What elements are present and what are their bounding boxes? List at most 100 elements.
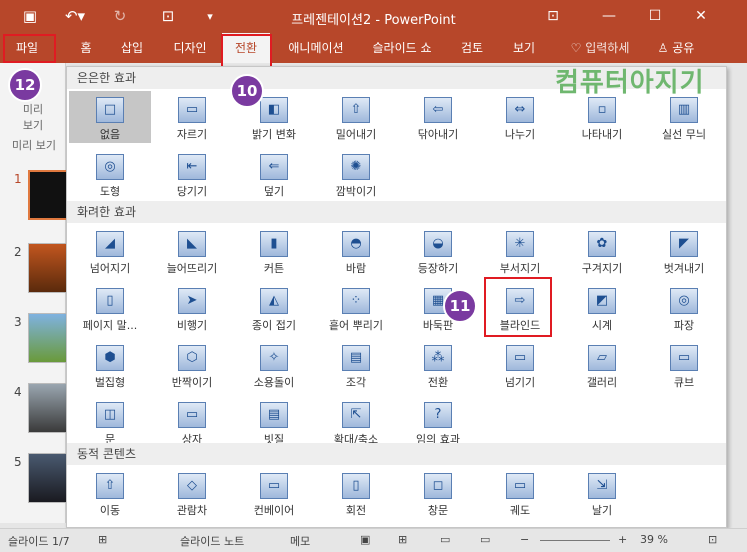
transition-label: 컨베이어: [253, 504, 295, 517]
transition-dynamic-6[interactable]: ⇲ 날기: [561, 467, 643, 519]
preview-button-bottom[interactable]: 보기: [8, 117, 58, 133]
transition-label: 당기기: [176, 185, 208, 198]
transition-exciting-6[interactable]: ✿ 구겨지기: [561, 225, 643, 277]
transition-exciting-7[interactable]: ◤ 벗겨내기: [643, 225, 725, 277]
transition-label: 깜박이기: [335, 185, 377, 198]
transition-exciting-2[interactable]: ▮ 커튼: [233, 225, 315, 277]
transition-subtle-5[interactable]: ⇔ 나누기: [479, 91, 561, 143]
spellcheck-icon[interactable]: ⊞: [98, 533, 107, 546]
transition-preview-icon: ▫: [588, 97, 616, 123]
transition-exciting-5[interactable]: ✳ 부서지기: [479, 225, 561, 277]
transition-exciting-22[interactable]: ▱ 갤러리: [561, 339, 643, 391]
maximize-icon[interactable]: ☐: [640, 4, 670, 28]
slideshow-view-icon[interactable]: ▭: [480, 533, 490, 546]
transition-exciting-11[interactable]: ⁘ 흩어 뿌리기: [315, 282, 397, 334]
close-icon[interactable]: ✕: [686, 4, 716, 28]
comments-button[interactable]: 메모: [290, 533, 310, 549]
transition-preview-icon: ✳: [506, 231, 534, 257]
transition-label: 자르기: [176, 128, 208, 141]
window-title: 프레젠테이션2 - PowerPoint: [291, 13, 456, 28]
notes-button[interactable]: 슬라이드 노트: [180, 533, 244, 549]
transition-subtle-10[interactable]: ⇐ 덮기: [233, 148, 315, 200]
tell-me-search[interactable]: ♡ 입력하세: [558, 33, 642, 63]
tab-insert[interactable]: 삽입: [112, 33, 152, 63]
transition-label: 밝기 변화: [252, 128, 296, 141]
transition-exciting-17[interactable]: ⬡ 반짝이기: [151, 339, 233, 391]
tab-view[interactable]: 보기: [504, 33, 544, 63]
transition-exciting-19[interactable]: ▤ 조각: [315, 339, 397, 391]
transition-preview-icon: ?: [424, 402, 452, 428]
transition-preview-icon: ▱: [588, 345, 616, 371]
transition-preview-icon: ✺: [342, 154, 370, 180]
transition-exciting-18[interactable]: ✧ 소용돌이: [233, 339, 315, 391]
transition-exciting-28[interactable]: ? 임의 효과: [397, 396, 479, 448]
transition-preview-icon: ▭: [178, 402, 206, 428]
slide-thumbnail[interactable]: [28, 313, 68, 363]
transition-preview-icon: ▮: [260, 231, 288, 257]
zoom-in-icon[interactable]: +: [618, 533, 627, 546]
transition-preview-icon: ⇧: [342, 97, 370, 123]
transition-exciting-20[interactable]: ⁂ 전환: [397, 339, 479, 391]
tab-home[interactable]: 홈: [70, 33, 102, 63]
transition-label: 벌집형: [94, 376, 126, 389]
normal-view-icon[interactable]: ▣: [360, 533, 370, 546]
transition-subtle-9[interactable]: ⇤ 당기기: [151, 148, 233, 200]
transition-preview-icon: ✧: [260, 345, 288, 371]
transition-exciting-15[interactable]: ◎ 파장: [643, 282, 725, 334]
transition-label: 페이지 말...: [82, 319, 138, 332]
transition-dynamic-3[interactable]: ▯ 회전: [315, 467, 397, 519]
transition-exciting-9[interactable]: ➤ 비행기: [151, 282, 233, 334]
transition-label: 흩어 뿌리기: [328, 319, 384, 332]
transition-exciting-21[interactable]: ▭ 넘기기: [479, 339, 561, 391]
transition-exciting-10[interactable]: ◭ 종이 접기: [233, 282, 315, 334]
transition-label: 시계: [591, 319, 613, 332]
tab-animations[interactable]: 애니메이션: [280, 33, 352, 63]
transition-exciting-1[interactable]: ◣ 늘어뜨리기: [151, 225, 233, 277]
transition-exciting-4[interactable]: ◒ 등장하기: [397, 225, 479, 277]
transition-subtle-0[interactable]: □ 없음: [69, 91, 151, 143]
transition-subtle-1[interactable]: ▭ 자르기: [151, 91, 233, 143]
slide-thumbnail[interactable]: [28, 170, 68, 220]
reading-view-icon[interactable]: ▭: [440, 533, 450, 546]
zoom-slider[interactable]: [540, 540, 610, 541]
ribbon-display-icon[interactable]: ⊡: [538, 4, 568, 28]
transition-exciting-14[interactable]: ◩ 시계: [561, 282, 643, 334]
transition-preview-icon: ▭: [260, 473, 288, 499]
transition-dynamic-0[interactable]: ⇧ 이동: [69, 467, 151, 519]
transition-exciting-27[interactable]: ⇱ 확대/축소: [315, 396, 397, 448]
slide-thumbnail[interactable]: [28, 383, 68, 433]
share-button[interactable]: ♙ 공유: [650, 33, 702, 63]
transition-label: 넘어지기: [89, 262, 131, 275]
transition-exciting-23[interactable]: ▭ 큐브: [643, 339, 725, 391]
slide-thumbnail[interactable]: [28, 453, 68, 503]
tab-review[interactable]: 검토: [452, 33, 492, 63]
minimize-icon[interactable]: —: [594, 4, 624, 28]
transition-dynamic-5[interactable]: ▭ 궤도: [479, 467, 561, 519]
transition-exciting-8[interactable]: ▯ 페이지 말...: [69, 282, 151, 334]
tab-design[interactable]: 디자인: [164, 33, 216, 63]
tab-slideshow[interactable]: 슬라이드 쇼: [364, 33, 440, 63]
slide-thumbnail[interactable]: [28, 243, 68, 293]
tell-me-label: 입력하세: [585, 41, 630, 55]
fit-slide-icon[interactable]: ⊡: [708, 533, 717, 546]
slide-sorter-icon[interactable]: ⊞: [398, 533, 407, 546]
transition-exciting-24[interactable]: ◫ 문: [69, 396, 151, 448]
transition-subtle-11[interactable]: ✺ 깜박이기: [315, 148, 397, 200]
transition-preview-icon: ⬡: [178, 345, 206, 371]
preview-button-top[interactable]: 미리: [8, 101, 58, 117]
transition-exciting-16[interactable]: ⬢ 벌집형: [69, 339, 151, 391]
transition-dynamic-2[interactable]: ▭ 컨베이어: [233, 467, 315, 519]
transition-subtle-4[interactable]: ⇦ 닦아내기: [397, 91, 479, 143]
transition-subtle-3[interactable]: ⇧ 밀어내기: [315, 91, 397, 143]
transition-preview-icon: ◓: [342, 231, 370, 257]
zoom-level[interactable]: 39 %: [640, 533, 668, 546]
transition-gallery: 은은한 효과 □ 없음 ▭ 자르기 ◧ 밝기 변화 ⇧ 밀어내기 ⇦ 닦아내기 ⇔ 나누기 ▫ 나타내기 ▥…: [66, 66, 727, 528]
transition-dynamic-1[interactable]: ◇ 관람차: [151, 467, 233, 519]
transition-exciting-26[interactable]: ▤ 빗질: [233, 396, 315, 448]
transition-dynamic-4[interactable]: ◻ 창문: [397, 467, 479, 519]
transition-exciting-0[interactable]: ◢ 넘어지기: [69, 225, 151, 277]
transition-subtle-8[interactable]: ◎ 도형: [69, 148, 151, 200]
transition-exciting-25[interactable]: ▭ 상자: [151, 396, 233, 448]
transition-exciting-3[interactable]: ◓ 바람: [315, 225, 397, 277]
zoom-out-icon[interactable]: −: [520, 533, 529, 546]
